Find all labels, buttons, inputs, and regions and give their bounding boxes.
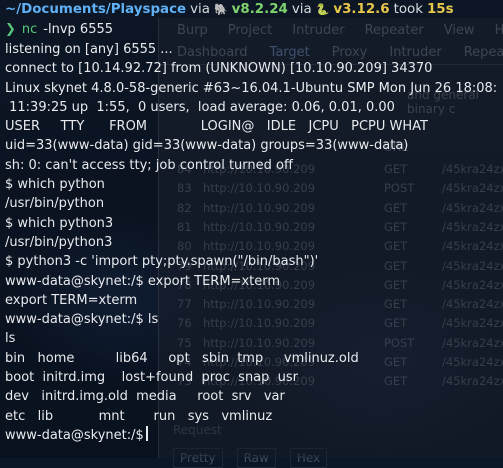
terminal-output-line: $ which python3	[5, 215, 114, 231]
terminal-output-line: www-data@skynet:/$ export TERM=xterm	[5, 273, 281, 289]
terminal-output-line: boot initrd.img lost+found proc snap usr	[5, 370, 299, 386]
terminal-output-line: USER TTY FROM LOGIN@ IDLE JCPU PCPU WHAT	[5, 119, 429, 135]
prompt-via-python: via	[291, 2, 312, 18]
elephant-icon: 🐘	[213, 3, 228, 17]
terminal-output-line: ls	[5, 331, 16, 347]
terminal-output-line: /usr/bin/python	[5, 196, 105, 212]
command-binary: nc	[21, 22, 38, 38]
terminal-output-line: export TERM=xterm	[5, 292, 138, 308]
terminal-output-line: etc lib mnt run sys vmlinuz	[5, 408, 273, 424]
terminal-output-line: uid=33(www-data) gid=33(www-data) groups…	[5, 138, 409, 154]
prompt-path: ~/Documents/Playspace	[5, 2, 187, 18]
command-args: -lnvp 6555	[43, 22, 114, 38]
command-line: ❯ nc -lnvp 6555	[5, 20, 503, 40]
prompt-arrow-icon: ❯	[5, 22, 16, 38]
terminal-output-line: Linux skynet 4.8.0-58-generic #63~16.04.…	[5, 80, 498, 96]
terminal-output-line: connect to [10.14.92.72] from (UNKNOWN) …	[5, 61, 433, 77]
terminal-output-line: dev initrd.img.old media root srv var	[5, 389, 285, 405]
terminal-output-line: listening on [any] 6555 ...	[5, 42, 173, 57]
prompt-via-node: via	[190, 2, 210, 18]
prompt-duration: 15s	[426, 2, 454, 18]
text-cursor	[145, 425, 148, 441]
terminal-output-line: /usr/bin/python3	[5, 234, 113, 250]
terminal-window[interactable]: ~/Documents/Playspace via 🐘 v8.2.24 via …	[0, 0, 503, 458]
terminal-output-line: $ python3 -c 'import pty;pty.spawn("/bin…	[5, 254, 319, 270]
prompt-python-version: v3.12.6	[333, 2, 390, 18]
prompt-node-version: v8.2.24	[231, 2, 288, 18]
terminal-output: listening on [any] 6555 ... connect to [1…	[5, 40, 503, 426]
terminal-output-line: sh: 0: can't access tty; job control tur…	[5, 157, 293, 173]
terminal-output-line: $ which python	[5, 177, 105, 193]
prompt-took: took	[393, 2, 423, 18]
terminal-output-line: bin home lib64 opt sbin tmp vmlinuz.old	[5, 350, 359, 366]
snake-icon: 🐍	[315, 3, 330, 17]
shell-prompt-line: ~/Documents/Playspace via 🐘 v8.2.24 via …	[5, 0, 503, 20]
terminal-output-line: www-data@skynet:/$ ls	[5, 312, 159, 328]
active-prompt-text: www-data@skynet:/$	[5, 427, 144, 443]
active-prompt[interactable]: www-data@skynet:/$	[5, 425, 503, 445]
terminal-output-line: 11:39:25 up 1:55, 0 users, load average:…	[5, 99, 395, 115]
